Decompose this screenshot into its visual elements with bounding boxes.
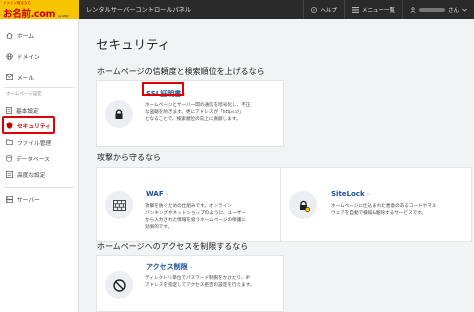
globe-icon	[6, 52, 13, 60]
page-title: セキュリティ	[96, 37, 171, 52]
mail-icon	[6, 74, 13, 80]
ssl-highlight-box	[142, 82, 184, 96]
menu-list-button[interactable]: メニュー一覧	[343, 0, 402, 19]
sidebar-item-server[interactable]: サーバー	[0, 192, 79, 206]
access-desc-line: アドレスを指定してアクセス拒否の設定を行えます。	[145, 283, 255, 288]
waf-icon-circle	[105, 191, 133, 219]
sitelock-title-text: SiteLock	[331, 190, 365, 198]
sidebar-section-label: ホームページ設定	[6, 92, 42, 97]
sidebar: ホーム ドメイン メール ホームページ設定 基本設定 セキュリティ ファイル管理…	[0, 19, 79, 312]
database-icon	[6, 154, 12, 162]
ssl-desc-line: となることで、検索順位の向上に貢献します。	[145, 117, 241, 122]
sidebar-item-label: ファイル管理	[17, 140, 52, 147]
user-menu[interactable]: さん	[401, 0, 474, 19]
sidebar-item-domain[interactable]: ドメイン	[0, 49, 79, 63]
sidebar-item-label: 基本設定	[16, 108, 39, 115]
sitelock-lock-icon	[299, 200, 310, 212]
section-title-attack: 攻撃から守るなら	[97, 153, 161, 162]
brick-wall-icon	[112, 199, 126, 211]
logo-brand-text: お名前.com	[3, 9, 56, 19]
access-restriction-card[interactable]: アクセス制限 › ディレクトリ単位でパスワード制限をかけたり、IP アドレスを指…	[96, 255, 284, 312]
waf-desc-line: 攻撃を防ぐための仕組みです。オンライン	[145, 204, 232, 209]
server-icon	[6, 195, 13, 203]
menu-label: メニュー一覧	[361, 7, 395, 14]
waf-desc-line: バンキングやネットショップのように、ユーザー	[145, 211, 246, 216]
access-icon-circle	[105, 271, 133, 299]
chevron-right-icon: ›	[190, 265, 193, 271]
document-icon	[6, 106, 12, 114]
waf-desc-line: から入力された情報を扱うホームページの保護に	[145, 218, 246, 223]
app-title: レンタルサーバーコントロールパネル	[86, 7, 192, 14]
sitelock-desc-line: ウェアを自動で検知&駆除するサービスです。	[331, 211, 426, 216]
sidebar-item-label: データベース	[16, 156, 50, 163]
sidebar-item-label: ホーム	[17, 33, 34, 40]
ssl-desc-line: な盗聴を防ぎます。更にアドレスが「https://」	[145, 110, 244, 115]
waf-title-text: WAF	[146, 190, 164, 198]
chevron-right-icon: ›	[166, 192, 169, 198]
ssl-card[interactable]: SSL証明書 › ホームページとサーバー間の通信を暗号化し、不正 な盗聴を防ぎま…	[96, 80, 284, 147]
no-entry-icon	[112, 278, 126, 292]
waf-card[interactable]: WAF › 攻撃を防ぐための仕組みです。オンライン バンキングやネットショップの…	[96, 167, 284, 242]
main-content: セキュリティ ホームページの信頼度と検索順位を上げるなら SSL証明書 › ホー…	[80, 19, 474, 312]
sidebar-divider	[4, 87, 75, 88]
sidebar-item-label: ドメイン	[17, 54, 40, 61]
help-label: ヘルプ	[320, 7, 337, 14]
user-suffix: さん	[447, 7, 459, 14]
sidebar-item-advanced-settings[interactable]: 高度な設定	[0, 167, 79, 181]
security-highlight-box	[2, 116, 55, 134]
ssl-icon-circle	[105, 100, 133, 128]
waf-desc-line: 効果的です。	[145, 225, 173, 230]
home-icon	[6, 32, 13, 39]
help-icon: ?	[311, 6, 318, 13]
sidebar-item-home[interactable]: ホーム	[0, 28, 79, 42]
access-card-description: ディレクトリ単位でパスワード制限をかけたり、IP アドレスを指定してアクセス拒否…	[145, 275, 254, 289]
access-desc-line: ディレクトリ単位でパスワード制限をかけたり、IP	[145, 276, 250, 281]
onamae-logo[interactable]: ドメイン取るなら お名前.com by GMO	[0, 0, 79, 19]
sitelock-icon-circle	[289, 191, 317, 219]
top-bar: ドメイン取るなら お名前.com by GMO レンタルサーバーコントロールパネ…	[0, 0, 474, 19]
sitelock-card-description: ホームページに仕込まれた悪意のあるコードやマル ウェアを自動で検知&駆除するサー…	[331, 203, 436, 217]
section-title-trust: ホームページの信頼度と検索順位を上げるなら	[97, 67, 265, 76]
waf-card-description: 攻撃を防ぐための仕組みです。オンライン バンキングやネットショップのように、ユー…	[145, 203, 246, 231]
sidebar-item-file-manager[interactable]: ファイル管理	[0, 135, 79, 149]
folder-icon	[6, 139, 13, 145]
lock-icon	[115, 109, 123, 119]
section-title-access: ホームページへのアクセスを制限するなら	[97, 242, 249, 251]
access-title-text: アクセス制限	[146, 263, 188, 271]
waf-card-title[interactable]: WAF ›	[146, 190, 168, 198]
hamburger-icon	[351, 6, 359, 13]
sidebar-item-label: サーバー	[17, 197, 40, 204]
sitelock-card[interactable]: SiteLock › ホームページに仕込まれた悪意のあるコードやマル ウェアを自…	[280, 167, 472, 242]
logo-brand: お名前.com by GMO	[3, 6, 69, 19]
sidebar-item-mail[interactable]: メール	[0, 70, 79, 84]
access-card-title[interactable]: アクセス制限 ›	[146, 262, 192, 272]
chevron-right-icon: ›	[367, 192, 370, 198]
logo-sub: by GMO	[58, 14, 69, 18]
chevron-down-icon	[462, 8, 467, 11]
svg-text:?: ?	[313, 8, 315, 12]
sidebar-item-label: メール	[17, 75, 35, 82]
sidebar-item-label: 高度な設定	[17, 172, 46, 179]
sidebar-item-basic-settings[interactable]: 基本設定	[0, 103, 79, 117]
user-name-redacted	[418, 7, 445, 12]
help-link[interactable]: ? ヘルプ	[303, 0, 344, 19]
ssl-card-description: ホームページとサーバー間の通信を暗号化し、不正 な盗聴を防ぎます。更にアドレスが…	[145, 102, 250, 123]
sitelock-desc-line: ホームページに仕込まれた悪意のあるコードやマル	[331, 204, 437, 209]
sitelock-card-title[interactable]: SiteLock ›	[331, 190, 369, 198]
settings-list-icon	[6, 170, 13, 178]
sidebar-divider	[4, 187, 75, 188]
user-icon	[410, 6, 416, 13]
sidebar-item-database[interactable]: データベース	[0, 151, 79, 165]
ssl-desc-line: ホームページとサーバー間の通信を暗号化し、不正	[145, 103, 251, 108]
